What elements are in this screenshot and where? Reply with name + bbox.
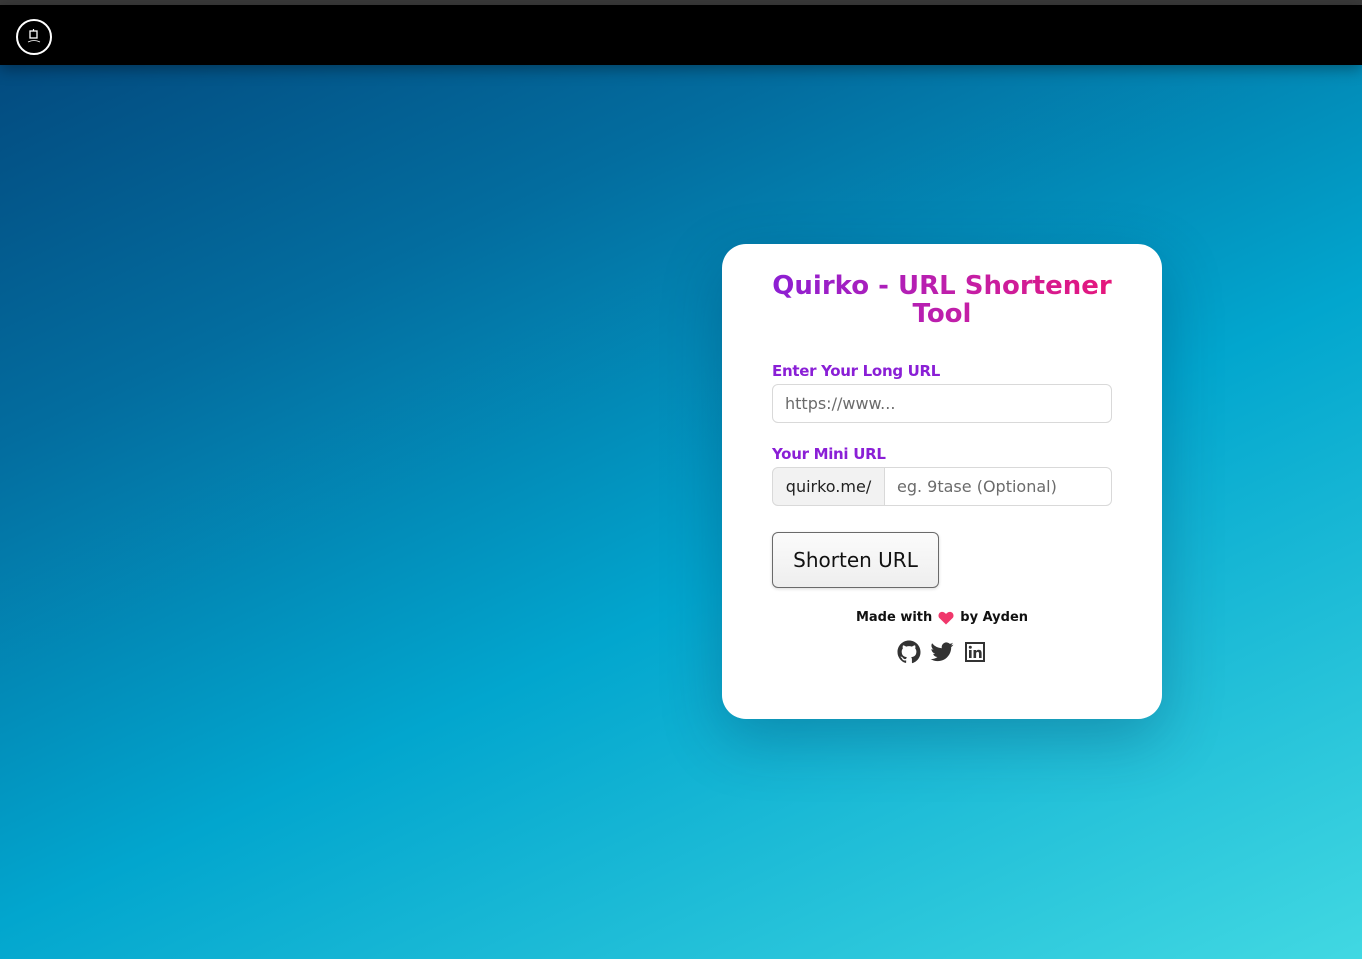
shorten-url-button[interactable]: Shorten URL <box>772 532 939 588</box>
linkedin-icon[interactable] <box>963 640 987 664</box>
long-url-label: Enter Your Long URL <box>772 362 941 380</box>
social-links <box>722 640 1162 664</box>
made-with-text: Made with <box>855 610 933 625</box>
github-icon[interactable] <box>897 640 921 664</box>
author-text: by Ayden <box>960 610 1029 625</box>
mini-url-label: Your Mini URL <box>772 445 886 463</box>
heart-icon <box>938 611 954 625</box>
url-shortener-card: Quirko - URL Shortener Tool Enter Your L… <box>722 244 1162 719</box>
page-title: Quirko - URL Shortener Tool <box>762 272 1122 328</box>
mini-url-prefix: quirko.me/ <box>772 467 885 506</box>
twitter-icon[interactable] <box>930 640 954 664</box>
quirko-logo-icon[interactable] <box>16 19 52 55</box>
mini-url-input[interactable] <box>884 467 1112 506</box>
made-with-credit: Made with by Ayden <box>722 610 1162 625</box>
long-url-input[interactable] <box>772 384 1112 423</box>
navbar <box>0 5 1362 65</box>
